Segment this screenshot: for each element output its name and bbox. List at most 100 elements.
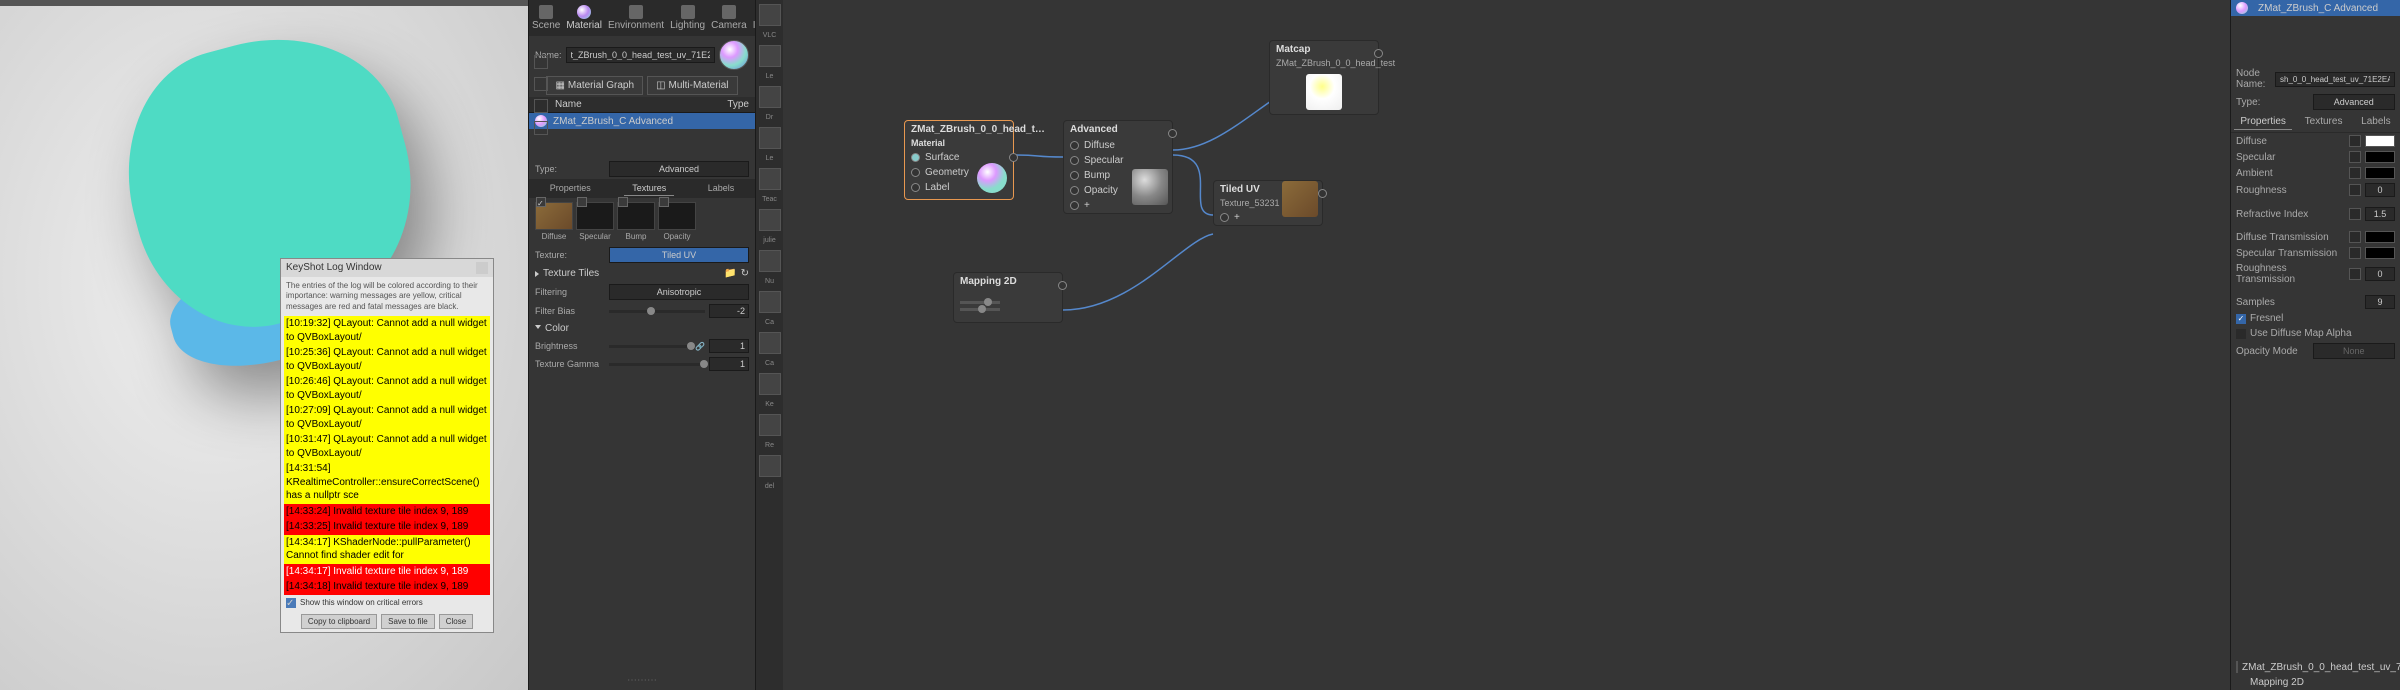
node-tiled-uv[interactable]: Tiled UV Texture_53231 + bbox=[1213, 180, 1323, 226]
tab-properties[interactable]: Properties bbox=[542, 181, 599, 196]
node-editor[interactable]: ZMat_ZBrush_0_0_head_t… Material Surface… bbox=[783, 0, 2230, 690]
tree-item[interactable]: ZMat_ZBrush_0_0_head_test_uv_71E2EA52T… bbox=[2231, 659, 2400, 675]
gamma-input[interactable] bbox=[709, 357, 749, 371]
texture-dropdown[interactable]: Tiled UV bbox=[609, 247, 749, 263]
node-mapping-2d[interactable]: Mapping 2D bbox=[953, 272, 1063, 323]
texture-icon[interactable] bbox=[2349, 247, 2361, 259]
tab-textures[interactable]: Textures bbox=[2299, 114, 2349, 130]
node-name-input[interactable] bbox=[2275, 72, 2395, 87]
texture-enable-checkbox[interactable] bbox=[577, 197, 587, 207]
specular-color-swatch[interactable] bbox=[2365, 151, 2395, 163]
tab-properties[interactable]: Properties bbox=[2234, 114, 2292, 130]
log-entries[interactable]: [10:19:32] QLayout: Cannot add a null wi… bbox=[284, 316, 490, 595]
ambient-color-swatch[interactable] bbox=[2365, 167, 2395, 179]
gamma-slider[interactable] bbox=[609, 363, 705, 366]
brightness-input[interactable] bbox=[709, 339, 749, 353]
type-dropdown[interactable]: Advanced bbox=[2313, 94, 2396, 110]
tool-icon[interactable] bbox=[534, 77, 548, 91]
tool-icon[interactable] bbox=[534, 55, 548, 69]
mapping-sliders[interactable] bbox=[960, 293, 1000, 319]
socket-in[interactable] bbox=[911, 183, 920, 192]
texture-icon[interactable] bbox=[2349, 231, 2361, 243]
refractive-input[interactable] bbox=[2365, 207, 2395, 221]
tab-scene[interactable]: Scene bbox=[529, 3, 563, 33]
texture-icon[interactable] bbox=[2349, 208, 2361, 220]
library-item[interactable] bbox=[759, 45, 781, 67]
texture-icon[interactable] bbox=[2349, 184, 2361, 196]
log-titlebar[interactable]: KeyShot Log Window bbox=[281, 259, 493, 277]
socket-in[interactable] bbox=[1070, 171, 1079, 180]
node-matcap[interactable]: Matcap ZMat_ZBrush_0_0_head_test bbox=[1269, 40, 1379, 115]
tab-labels[interactable]: Labels bbox=[700, 181, 743, 196]
color-section[interactable]: Color bbox=[529, 320, 755, 337]
texture-enable-checkbox[interactable] bbox=[536, 197, 546, 207]
copy-clipboard-button[interactable]: Copy to clipboard bbox=[301, 614, 377, 629]
log-window[interactable]: KeyShot Log Window The entries of the lo… bbox=[280, 258, 494, 633]
opacity-mode-dropdown[interactable]: None bbox=[2313, 343, 2396, 359]
tab-environment[interactable]: Environment bbox=[605, 3, 667, 33]
socket-in[interactable] bbox=[1070, 141, 1079, 150]
material-graph-button[interactable]: ▦Material Graph bbox=[546, 76, 643, 95]
save-file-button[interactable]: Save to file bbox=[381, 614, 435, 629]
folder-icon[interactable]: 📁 bbox=[724, 268, 736, 279]
type-dropdown[interactable]: Advanced bbox=[609, 161, 749, 177]
diff-trans-swatch[interactable] bbox=[2365, 231, 2395, 243]
socket-in[interactable] bbox=[1070, 201, 1079, 210]
diffuse-alpha-checkbox[interactable] bbox=[2236, 329, 2246, 339]
multi-material-button[interactable]: ◫Multi-Material bbox=[647, 76, 737, 95]
texture-thumb-bump[interactable]: Bump bbox=[617, 202, 655, 241]
samples-input[interactable] bbox=[2365, 295, 2395, 309]
library-item[interactable] bbox=[759, 4, 781, 26]
socket-out[interactable] bbox=[1374, 49, 1383, 58]
tree-item[interactable]: Mapping 2D bbox=[2231, 675, 2400, 690]
socket-in[interactable] bbox=[1070, 186, 1079, 195]
socket-out[interactable] bbox=[1058, 281, 1067, 290]
fresnel-checkbox[interactable]: ✓ bbox=[2236, 314, 2246, 324]
material-list-item[interactable]: ZMat_ZBrush_C Advanced bbox=[529, 113, 755, 129]
socket-out[interactable] bbox=[1009, 153, 1018, 162]
spec-trans-swatch[interactable] bbox=[2365, 247, 2395, 259]
library-item[interactable] bbox=[759, 209, 781, 231]
tab-textures[interactable]: Textures bbox=[624, 181, 674, 196]
texture-enable-checkbox[interactable] bbox=[659, 197, 669, 207]
library-item[interactable] bbox=[759, 373, 781, 395]
material-name-input[interactable] bbox=[566, 47, 715, 63]
texture-enable-checkbox[interactable] bbox=[618, 197, 628, 207]
library-item[interactable] bbox=[759, 414, 781, 436]
show-critical-checkbox[interactable]: ✓ bbox=[286, 598, 296, 608]
tool-icon[interactable] bbox=[534, 99, 548, 113]
texture-thumb-opacity[interactable]: Opacity bbox=[658, 202, 696, 241]
drag-handle[interactable]: ⋯⋯⋯ bbox=[529, 671, 755, 690]
link-icon[interactable]: 🔗 bbox=[695, 342, 705, 351]
texture-thumb-diffuse[interactable]: Diffuse bbox=[535, 202, 573, 241]
selected-material-item[interactable]: ZMat_ZBrush_C Advanced bbox=[2231, 0, 2400, 16]
texture-tiles-section[interactable]: Texture Tiles 📁 ↻ bbox=[529, 265, 755, 282]
texture-icon[interactable] bbox=[2349, 167, 2361, 179]
material-preview-sphere[interactable] bbox=[719, 40, 749, 70]
library-item[interactable] bbox=[759, 332, 781, 354]
filter-bias-slider[interactable] bbox=[609, 310, 705, 313]
tab-material[interactable]: Material bbox=[563, 3, 605, 33]
socket-in[interactable] bbox=[1220, 213, 1229, 222]
library-item[interactable] bbox=[759, 250, 781, 272]
socket-out[interactable] bbox=[1168, 129, 1177, 138]
socket-in[interactable] bbox=[1070, 156, 1079, 165]
filtering-dropdown[interactable]: Anisotropic bbox=[609, 284, 749, 300]
tab-lighting[interactable]: Lighting bbox=[667, 3, 708, 33]
texture-icon[interactable] bbox=[2349, 135, 2361, 147]
texture-icon[interactable] bbox=[2349, 268, 2361, 280]
socket-in[interactable] bbox=[911, 153, 920, 162]
refresh-icon[interactable]: ↻ bbox=[741, 268, 749, 279]
rough-trans-input[interactable] bbox=[2365, 267, 2395, 281]
tab-labels[interactable]: Labels bbox=[2355, 114, 2396, 130]
library-item[interactable] bbox=[759, 455, 781, 477]
socket-out[interactable] bbox=[1318, 189, 1327, 198]
library-item[interactable] bbox=[759, 168, 781, 190]
socket-in[interactable] bbox=[911, 168, 920, 177]
texture-icon[interactable] bbox=[2349, 151, 2361, 163]
node-material[interactable]: ZMat_ZBrush_0_0_head_t… Material Surface… bbox=[904, 120, 1014, 200]
close-button[interactable]: Close bbox=[439, 614, 473, 629]
roughness-input[interactable] bbox=[2365, 183, 2395, 197]
node-advanced[interactable]: Advanced Diffuse Specular Bump Opacity + bbox=[1063, 120, 1173, 214]
library-item[interactable] bbox=[759, 291, 781, 313]
